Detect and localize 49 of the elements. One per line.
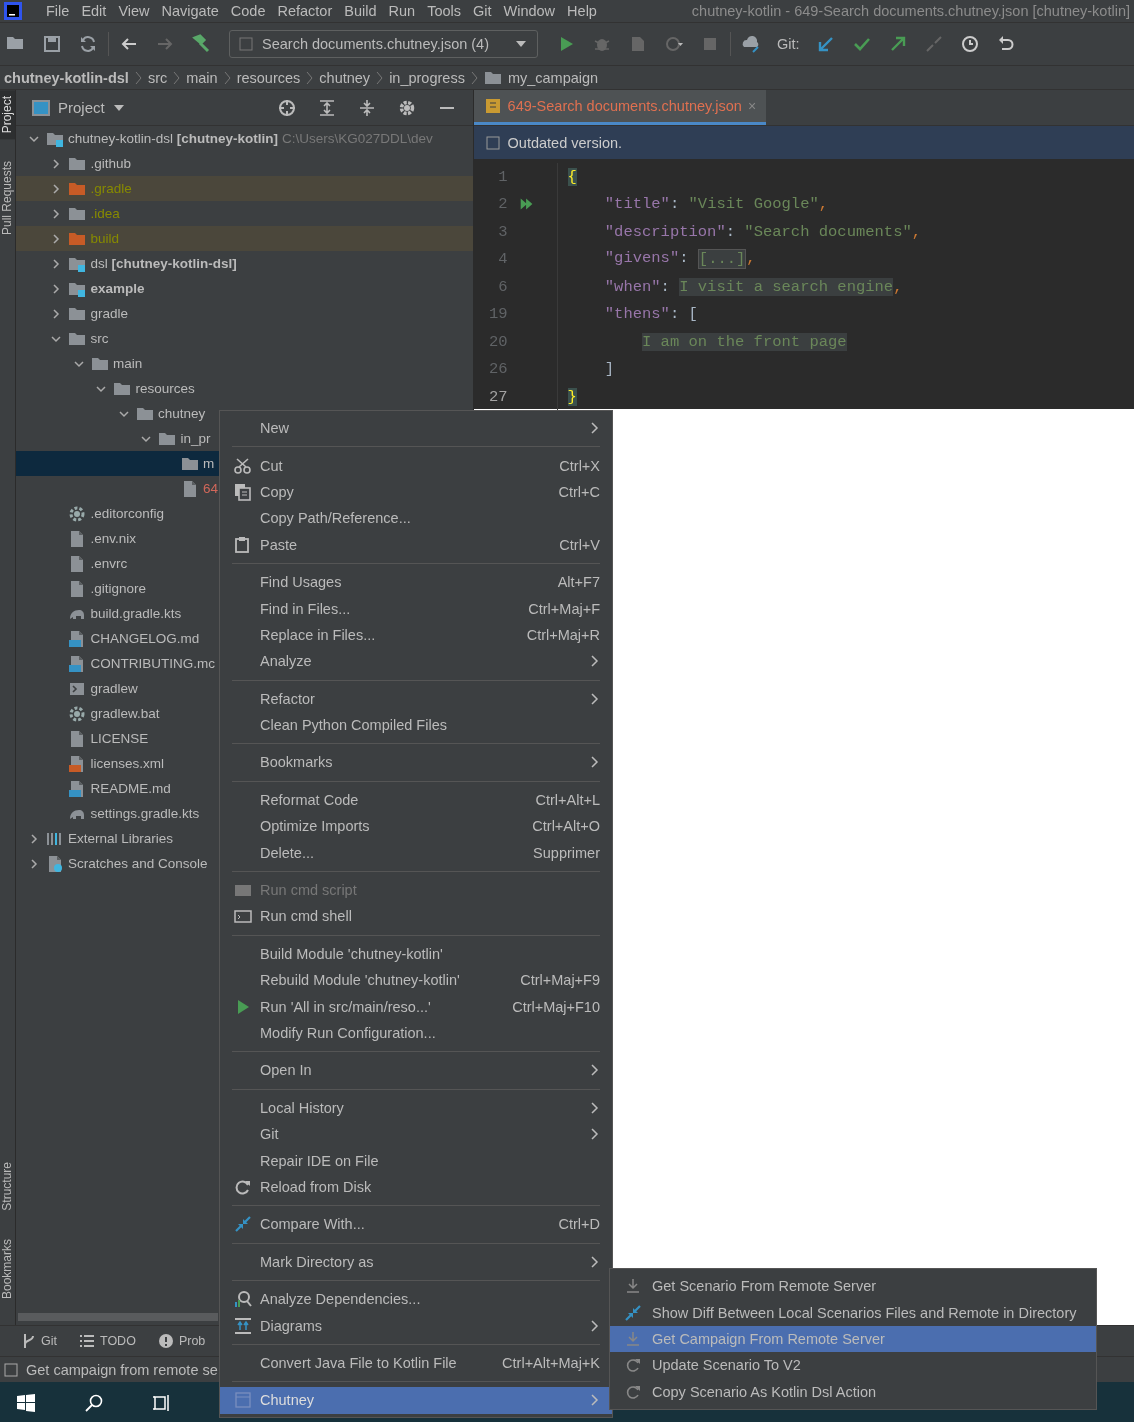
path-label: C:\Users\KG027DDL\dev — [282, 131, 433, 146]
tree-label: main — [113, 356, 143, 371]
tree-label: src — [90, 331, 109, 346]
line-number: 20 — [487, 332, 509, 351]
tree-label: in_pr — [180, 431, 211, 446]
line-number: 19 — [487, 305, 509, 324]
code-line: "thens": [ — [603, 305, 698, 324]
tree-label: build — [90, 231, 119, 246]
code-line: "title": "Visit Google", — [603, 195, 829, 214]
tree-label: .gitignore — [90, 581, 147, 596]
tree-label: chutney-kotlin-dsl [chutney-kotlin] — [68, 131, 279, 146]
tree-label: External Libraries — [68, 831, 174, 846]
line-number: 3 — [497, 222, 509, 241]
code-line: "givens": [...], — [603, 249, 756, 270]
status-message: Get campaign from remote se — [26, 1361, 218, 1378]
tree-label: .github — [90, 156, 132, 171]
tree-label: CONTRIBUTING.mc — [90, 656, 215, 671]
tree-label: m — [203, 456, 215, 471]
tree-label: gradlew — [90, 681, 138, 696]
line-number: 27 — [487, 387, 509, 406]
tree-label: chutney — [158, 406, 206, 421]
notice-text: Outdated version. — [507, 134, 623, 151]
tree-label: gradle — [90, 306, 128, 321]
line-number: 2 — [497, 195, 509, 214]
tree-label: .idea — [90, 206, 120, 221]
tree-label: .gradle — [90, 181, 132, 196]
git-label: Git: — [776, 36, 801, 52]
code-line: "description": "Search documents", — [603, 222, 922, 241]
tree-label: LICENSE — [90, 731, 149, 746]
tree-label: README.md — [90, 781, 171, 796]
tree-label: .envrc — [90, 556, 128, 571]
line-number: 4 — [497, 250, 509, 269]
line-number: 1 — [497, 167, 509, 186]
tree-label: example — [90, 281, 145, 296]
tree-label: gradlew.bat — [90, 706, 160, 721]
code-line: ] — [603, 360, 615, 379]
tree-label: build.gradle.kts — [90, 606, 182, 621]
tree-label: 64 — [203, 481, 218, 496]
tree-label: dsl [chutney-kotlin-dsl] — [90, 256, 237, 271]
tree-label: Scratches and Console — [68, 856, 208, 871]
tree-label: .editorconfig — [90, 506, 165, 521]
tree-label: resources — [135, 381, 195, 396]
tree-label: settings.gradle.kts — [90, 806, 200, 821]
tree-label: .env.nix — [90, 531, 136, 546]
window-title: chutney-kotlin - 649-Search documents.chutney.json [chutney-kotlin] — [691, 3, 1130, 19]
tree-label: CHANGELOG.md — [90, 631, 200, 646]
line-number: 26 — [487, 360, 509, 379]
tree-label: licenses.xml — [90, 756, 164, 771]
line-number: 6 — [497, 277, 509, 296]
